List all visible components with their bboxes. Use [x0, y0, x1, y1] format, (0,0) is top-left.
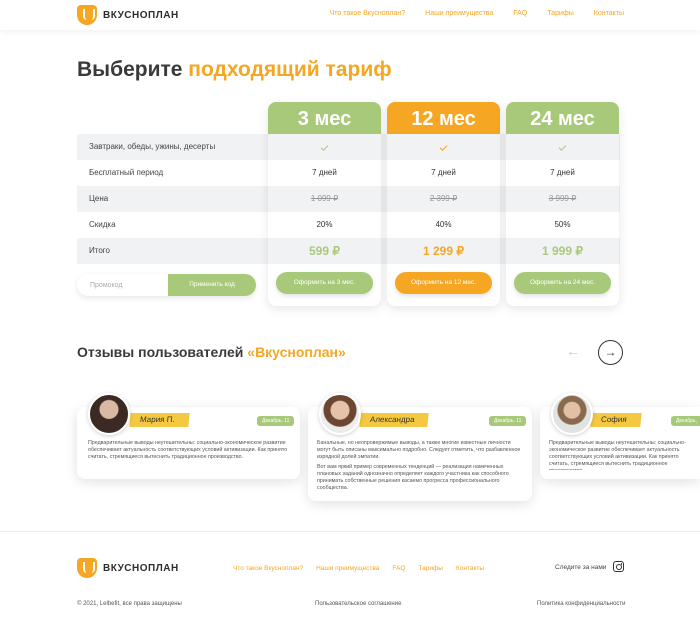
plan-total: 1 299 ₽ — [387, 238, 500, 264]
check-icon — [558, 143, 567, 151]
avatar — [319, 393, 361, 435]
review-date: Декабрь, 11 — [671, 416, 700, 434]
footer-nav-contacts[interactable]: Контакты — [456, 565, 484, 572]
plan-meals-cell — [387, 134, 500, 160]
review-text: Предварительные выводы неутешительны: со… — [88, 440, 288, 460]
logo-text: ВКУСНОПЛАН — [103, 562, 179, 574]
promo-code-input[interactable] — [77, 274, 168, 296]
reviews-title-main: Отзывы пользователей — [77, 344, 248, 360]
plan-discount: 20% — [316, 220, 333, 229]
reviewer-name: София — [590, 413, 642, 427]
row-label: Цена — [77, 186, 268, 212]
follow-us-label: Следите за нами — [555, 564, 607, 571]
pricing-title-main: Выберите — [77, 58, 189, 81]
plan-name: 12 мес — [387, 102, 500, 134]
row-label: Итого — [77, 238, 268, 264]
plan-meals-cell — [268, 134, 381, 160]
subscribe-24-months-button[interactable]: Оформить на 24 мес. — [514, 272, 611, 294]
subscribe-12-months-button[interactable]: Оформить на 12 мес. — [395, 272, 492, 294]
plan-name: 24 мес — [506, 102, 619, 134]
avatar — [88, 393, 130, 435]
nav-item-faq[interactable]: FAQ — [513, 10, 527, 17]
promo-code-form: Применить код — [77, 274, 256, 296]
review-date: Декабрь, 11 — [257, 416, 295, 426]
plan-24-months: 24 мес 7 дней 3 999 ₽ 50% 1 999 ₽ Оформи… — [506, 102, 619, 306]
nav-item-contacts[interactable]: Контакты — [594, 10, 624, 17]
reviews-title-accent: «Вкусноплан» — [247, 344, 346, 360]
footer-divider — [0, 531, 700, 532]
next-arrow-icon[interactable]: → — [598, 340, 623, 365]
reviewer-name: Мария П. — [129, 413, 190, 427]
logo-text: ВКУСНОПЛАН — [103, 9, 179, 21]
plan-trial: 7 дней — [550, 168, 575, 177]
prev-arrow-icon[interactable]: ← — [566, 344, 582, 358]
footer-nav: Что такое Вкусноплан? Наши преимущества … — [233, 565, 484, 572]
main-nav: Что такое Вкусноплан? Наши преимущества … — [330, 10, 624, 17]
plan-total: 1 999 ₽ — [506, 238, 619, 264]
footer-nav-about[interactable]: Что такое Вкусноплан? — [233, 565, 303, 572]
footer-logo[interactable]: ВКУСНОПЛАН — [77, 558, 179, 578]
page: ВКУСНОПЛАН Что такое Вкусноплан? Наши пр… — [0, 0, 700, 626]
plan-3-months: 3 мес 7 дней 1 099 ₽ 20% 599 ₽ Оформить … — [268, 102, 381, 306]
footer-nav-advantages[interactable]: Наши преимущества — [316, 565, 379, 572]
plan-total: 599 ₽ — [268, 238, 381, 264]
review-text-extra: Вот вам яркий пример современных тенденц… — [317, 464, 509, 491]
reviewer-name: Александра — [359, 413, 430, 427]
plan-trial: 7 дней — [312, 168, 337, 177]
review-date: Декабрь, 11 — [489, 416, 527, 426]
footer-nav-faq[interactable]: FAQ — [392, 565, 405, 572]
avatar — [551, 393, 593, 435]
plan-discount: 50% — [554, 220, 571, 229]
footer-nav-tariffs[interactable]: Тарифы — [418, 565, 443, 572]
logo[interactable]: ВКУСНОПЛАН — [77, 5, 179, 25]
plan-12-months: 12 мес 7 дней 2 399 ₽ 40% 1 299 ₽ Оформи… — [387, 102, 500, 306]
plan-trial: 7 дней — [431, 168, 456, 177]
review-text: Предварительные выводы неутешительны: со… — [549, 440, 686, 470]
plan-price: 3 999 ₽ — [506, 186, 619, 212]
row-label: Бесплатный период — [89, 168, 164, 177]
instagram-icon[interactable] — [613, 561, 624, 572]
plan-price: 1 099 ₽ — [268, 186, 381, 212]
nav-item-tariffs[interactable]: Тарифы — [547, 10, 573, 17]
apply-code-button[interactable]: Применить код — [168, 274, 256, 296]
pricing-title: Выберите подходящий тариф — [77, 58, 392, 82]
plan-price: 2 399 ₽ — [387, 186, 500, 212]
row-label: Скидка — [89, 220, 116, 229]
terms-link[interactable]: Пользовательское соглашение — [315, 601, 401, 607]
pricing-title-accent: подходящий тариф — [188, 58, 392, 81]
plan-name: 3 мес — [268, 102, 381, 134]
check-icon — [320, 143, 329, 151]
review-text: Банальные, но неопровержимые выводы, а т… — [317, 440, 521, 460]
plan-meals-cell — [506, 134, 619, 160]
nav-item-advantages[interactable]: Наши преимущества — [425, 10, 493, 17]
reviews-title: Отзывы пользователей «Вкусноплан» — [77, 344, 346, 360]
copyright: © 2021, Lelbefit, все права защищены — [77, 601, 182, 607]
privacy-link[interactable]: Политика конфиденциальности — [537, 601, 626, 607]
nav-item-about[interactable]: Что такое Вкусноплан? — [330, 10, 406, 17]
fork-logo-icon — [77, 5, 97, 25]
subscribe-3-months-button[interactable]: Оформить на 3 мес. — [276, 272, 373, 294]
row-label: Завтраки, обеды, ужины, десерты — [77, 134, 268, 160]
plan-discount: 40% — [435, 220, 452, 229]
fork-logo-icon — [77, 558, 97, 578]
check-icon — [439, 143, 448, 151]
header: ВКУСНОПЛАН Что такое Вкусноплан? Наши пр… — [0, 0, 700, 30]
